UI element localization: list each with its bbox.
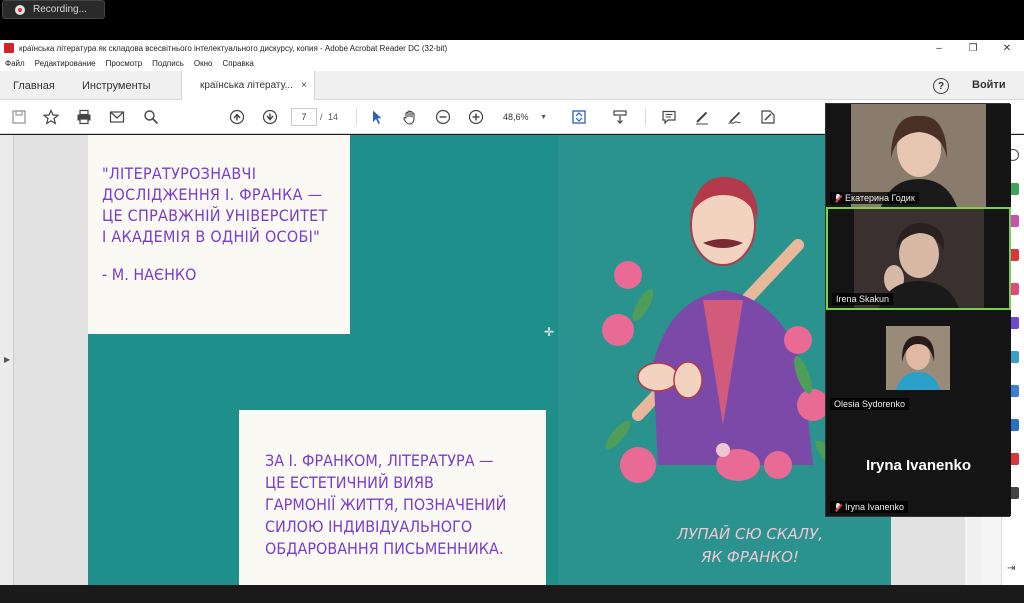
participant-name-label: Iryna Ivanenko [830, 501, 909, 513]
video-panel: Екатерина Годик Irena Skakun Olesia Sydo… [825, 103, 1011, 517]
menu-sign[interactable]: Подпись [152, 59, 184, 68]
participant-tile-active[interactable]: Irena Skakun [826, 207, 1011, 310]
participant-name-label: Olesia Sydorenko [830, 398, 910, 410]
participant-name: Iryna Ivanenko [845, 502, 905, 512]
close-window-button[interactable]: ✕ [990, 40, 1024, 56]
chevron-down-icon: ▼ [540, 113, 547, 121]
recording-label: Recording... [33, 4, 87, 15]
definition-text: ЗА І. ФРАНКОМ, ЛІТЕРАТУРА — ЦЕ ЕСТЕТИЧНИ… [265, 451, 507, 558]
zoom-value: 48,6% [503, 112, 529, 122]
zoom-select[interactable]: 48,6% ▼ [497, 108, 553, 126]
chevron-right-icon: ▶ [4, 355, 11, 364]
participant-tile[interactable]: Iryna Ivanenko Iryna Ivanenko [826, 413, 1011, 516]
window-controls: – ❐ ✕ [922, 40, 1024, 56]
toolbar-divider [356, 108, 357, 126]
zoom-in-icon[interactable] [467, 108, 485, 126]
definition-card: ЗА І. ФРАНКОМ, ЛІТЕРАТУРА — ЦЕ ЕСТЕТИЧНИ… [239, 410, 546, 585]
participant-tile[interactable]: Olesia Sydorenko [826, 310, 1011, 413]
menu-help[interactable]: Справка [222, 59, 253, 68]
quote-author: - М. НАЄНКО [102, 265, 197, 284]
participant-tile[interactable]: Екатерина Годик [826, 104, 1011, 207]
participant-name: Irena Skakun [836, 294, 890, 304]
minimize-button[interactable]: – [922, 40, 956, 56]
crosshair-cursor-icon: ✛ [544, 325, 555, 339]
toolbar-divider [645, 108, 646, 126]
fill-sign-icon[interactable] [759, 108, 777, 126]
participant-name-label: Екатерина Годик [830, 192, 919, 204]
save-icon[interactable] [10, 108, 28, 126]
participant-video [886, 326, 950, 390]
menu-edit[interactable]: Редактирование [35, 59, 96, 68]
search-icon[interactable] [142, 108, 160, 126]
select-cursor-icon[interactable] [368, 108, 386, 126]
login-button[interactable]: Войти [972, 79, 1006, 91]
participant-name: Екатерина Годик [845, 193, 915, 203]
bookmark-star-icon[interactable] [42, 108, 60, 126]
tab-bar: Главная Инструменты країнська літерату..… [0, 71, 1024, 100]
window-titlebar: країнська література як складова всесвіт… [0, 40, 1024, 56]
recording-bar: Recording... [0, 0, 1024, 40]
highlight-pen-icon[interactable] [693, 108, 711, 126]
franko-illustration [602, 176, 841, 483]
scroll-mode-icon[interactable] [611, 108, 629, 126]
acrobat-icon [4, 43, 14, 53]
tab-document[interactable]: країнська літерату... × [181, 71, 315, 100]
tab-document-label: країнська літерату... [200, 80, 293, 91]
print-icon[interactable] [75, 108, 93, 126]
pdf-page: "ЛІТЕРАТУРОЗНАВЧІ ДОСЛІДЖЕННЯ І. ФРАНКА … [88, 135, 891, 585]
recording-indicator[interactable]: Recording... [2, 0, 105, 19]
maximize-button[interactable]: ❐ [956, 40, 990, 56]
tab-tools[interactable]: Инструменты [82, 71, 151, 100]
close-tab-icon[interactable]: × [301, 80, 307, 91]
menu-window[interactable]: Окно [194, 59, 213, 68]
menu-file[interactable]: Файл [5, 59, 25, 68]
page-number-input[interactable]: 7 [291, 108, 317, 126]
page-fit-icon[interactable] [570, 108, 588, 126]
zoom-out-icon[interactable] [434, 108, 452, 126]
slogan-text: ЛУПАЙ СЮ СКАЛУ, ЯК ФРАНКО! [677, 525, 823, 566]
window-title: країнська література як складова всесвіт… [19, 43, 448, 53]
page-separator: / [320, 112, 323, 122]
quote-text: "ЛІТЕРАТУРОЗНАВЧІ ДОСЛІДЖЕННЯ І. ФРАНКА … [102, 164, 328, 246]
participant-name: Olesia Sydorenko [834, 399, 906, 409]
help-icon[interactable]: ? [933, 78, 949, 94]
tab-home[interactable]: Главная [13, 71, 55, 100]
mic-muted-icon [834, 193, 842, 203]
quote-card: "ЛІТЕРАТУРОЗНАВЧІ ДОСЛІДЖЕННЯ І. ФРАНКА … [88, 135, 350, 334]
participant-name-label: Irena Skakun [832, 293, 894, 305]
mic-muted-icon [834, 502, 842, 512]
navigation-pane-toggle[interactable]: ▶ [0, 135, 14, 585]
page-total: 14 [328, 112, 339, 122]
comment-icon[interactable] [660, 108, 678, 126]
record-icon [15, 4, 25, 15]
collapse-pane-icon[interactable]: ⇥ [1007, 563, 1019, 575]
next-page-icon[interactable] [261, 108, 279, 126]
draw-sign-icon[interactable] [726, 108, 744, 126]
screen: Recording... країнська література як скл… [0, 0, 1024, 603]
email-icon[interactable] [108, 108, 126, 126]
menu-bar: Файл Редактирование Просмотр Подпись Окн… [0, 56, 1024, 71]
menu-view[interactable]: Просмотр [106, 59, 143, 68]
hand-tool-icon[interactable] [401, 108, 419, 126]
previous-page-icon[interactable] [228, 108, 246, 126]
taskbar [0, 585, 1024, 603]
participant-display-name: Iryna Ivanenko [865, 457, 972, 474]
